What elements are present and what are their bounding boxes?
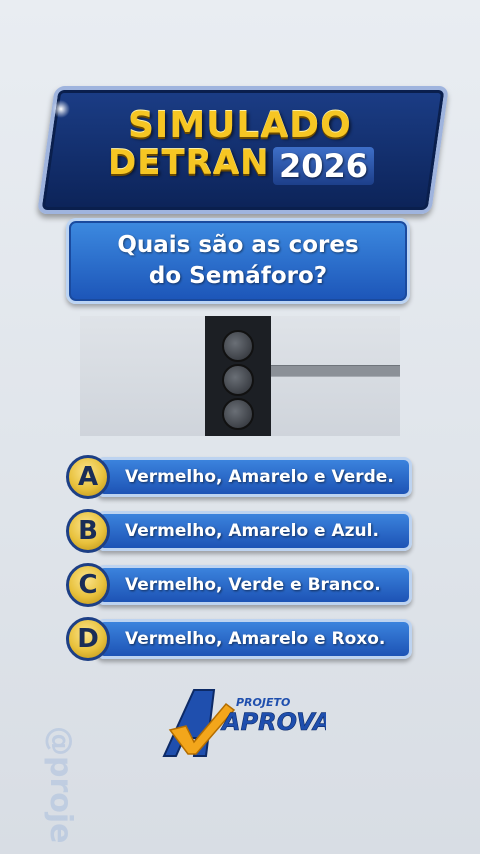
answer-letter-badge: A bbox=[66, 455, 110, 499]
answer-option-c[interactable]: C Vermelho, Verde e Branco. bbox=[66, 563, 412, 607]
answer-text: Vermelho, Verde e Branco. bbox=[125, 575, 381, 595]
question-text: Quais são as cores do Semáforo? bbox=[117, 232, 359, 289]
answer-bar[interactable]: Vermelho, Amarelo e Azul. bbox=[96, 511, 412, 551]
traffic-light-lamp bbox=[222, 330, 254, 362]
answer-bar[interactable]: Vermelho, Amarelo e Roxo. bbox=[96, 619, 412, 659]
answer-option-b[interactable]: B Vermelho, Amarelo e Azul. bbox=[66, 509, 412, 553]
answer-text: Vermelho, Amarelo e Roxo. bbox=[125, 629, 386, 649]
question-box: Quais são as cores do Semáforo? bbox=[66, 218, 410, 304]
answer-option-a[interactable]: A Vermelho, Amarelo e Verde. bbox=[66, 455, 412, 499]
projeto-aprova-logo: PROJETO APROVA bbox=[162, 689, 326, 757]
banner-title-line1: SIMULADO bbox=[128, 105, 352, 146]
traffic-light-lamp bbox=[222, 364, 254, 396]
answer-bar[interactable]: Vermelho, Amarelo e Verde. bbox=[96, 457, 412, 497]
answer-bar[interactable]: Vermelho, Verde e Branco. bbox=[96, 565, 412, 605]
banner-year: 2026 bbox=[273, 147, 375, 185]
traffic-light-pole bbox=[260, 365, 400, 377]
banner-title-line2: DETRAN bbox=[108, 143, 270, 183]
answer-text: Vermelho, Amarelo e Azul. bbox=[125, 521, 379, 541]
answer-letter-badge: D bbox=[66, 617, 110, 661]
logo-big-text: APROVA bbox=[220, 708, 326, 736]
traffic-light-lamp bbox=[222, 398, 254, 430]
answer-option-d[interactable]: D Vermelho, Amarelo e Roxo. bbox=[66, 617, 412, 661]
answer-letter-badge: B bbox=[66, 509, 110, 553]
answer-text: Vermelho, Amarelo e Verde. bbox=[125, 467, 394, 487]
answer-letter-badge: C bbox=[66, 563, 110, 607]
watermark-handle: @proje bbox=[43, 726, 78, 844]
sparkle-icon bbox=[52, 100, 70, 118]
